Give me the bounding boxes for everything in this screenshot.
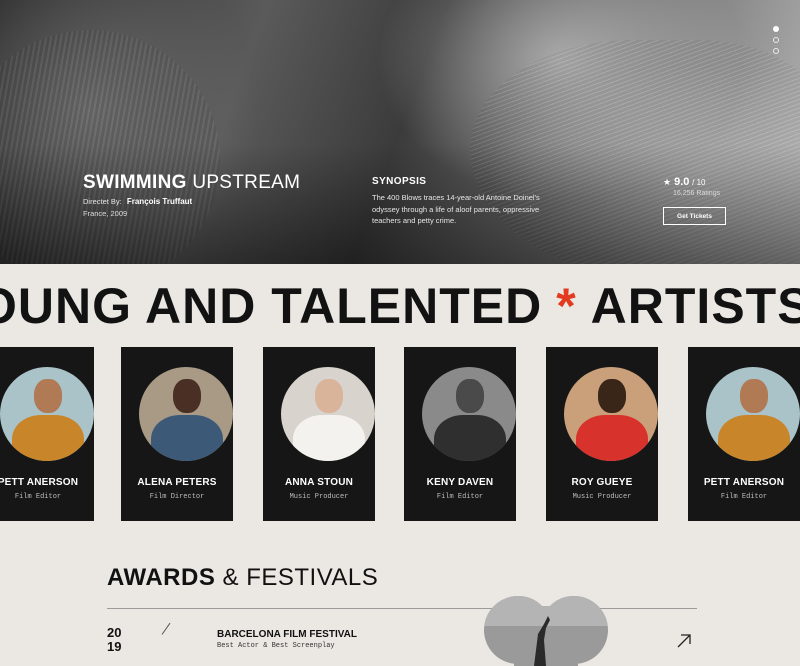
artist-name: PETT ANERSON — [0, 477, 79, 488]
director-label: Directet By: — [83, 197, 122, 206]
artist-card[interactable]: KENY DAVEN Film Editor — [404, 347, 516, 521]
arrow-up-right-icon[interactable] — [676, 633, 692, 649]
director-name: François Truffaut — [126, 197, 193, 206]
slider-dot-2[interactable] — [773, 37, 779, 43]
synopsis-text: The 400 Blows traces 14-year-old Antoine… — [372, 193, 540, 225]
film-title-bold: SWIMMING — [83, 172, 187, 193]
artist-name: ALENA PETERS — [137, 477, 217, 488]
artist-name: KENY DAVEN — [426, 477, 494, 488]
artist-photo — [706, 367, 800, 461]
rating: ★ 9.0 / 10 — [663, 176, 706, 188]
film-title-light: UPSTREAM — [192, 172, 301, 193]
artist-role: Film Editor — [720, 493, 768, 501]
get-tickets-button[interactable]: Get Tickets — [663, 207, 726, 225]
star-icon: ★ — [663, 177, 672, 187]
artist-name: PETT ANERSON — [703, 477, 785, 488]
artist-photo — [0, 367, 94, 461]
director-line: Directet By: François Truffaut — [83, 197, 192, 206]
artist-role: Film Director — [149, 493, 205, 501]
artist-role: Music Producer — [572, 493, 632, 501]
awards-heading-bold: AWARDS — [107, 564, 216, 591]
artist-role: Film Editor — [14, 493, 62, 501]
marquee-text: OUNG AND TALENTED*ARTISTS W — [0, 281, 800, 331]
artist-photo — [422, 367, 516, 461]
hero-banner: SWIMMING UPSTREAM Directet By: François … — [0, 0, 800, 264]
slider-dot-3[interactable] — [773, 48, 779, 54]
award-year-bottom: 19 — [107, 639, 122, 654]
hero-slider-dots — [773, 26, 779, 59]
award-photo — [484, 596, 608, 666]
artist-role: Film Editor — [436, 493, 484, 501]
artists-marquee: OUNG AND TALENTED*ARTISTS W — [0, 264, 800, 346]
rating-score: 9.0 — [674, 176, 690, 188]
country-year: France, 2009 — [83, 209, 128, 218]
rating-count: 16,256 Ratings — [673, 190, 721, 197]
awards-heading-light: & FESTIVALS — [222, 564, 379, 591]
slash-divider — [161, 622, 171, 635]
artist-card[interactable]: PETT ANERSON Film Editor — [0, 347, 94, 521]
artist-card[interactable]: PETT ANERSON Film Editor — [688, 347, 800, 521]
asterisk-icon: * — [556, 278, 577, 334]
marquee-part-1: OUNG AND TALENTED — [0, 278, 543, 334]
divider — [107, 608, 697, 609]
artist-name: ANNA STOUN — [284, 477, 354, 488]
rating-outof: / 10 — [692, 178, 706, 187]
artist-photo — [564, 367, 658, 461]
award-detail: Best Actor & Best Screenplay — [217, 642, 335, 650]
film-title: SWIMMING UPSTREAM — [83, 172, 300, 194]
marquee-part-2: ARTISTS W — [590, 278, 800, 334]
artists-carousel: PETT ANERSON Film Editor ALENA PETERS Fi… — [0, 347, 800, 521]
award-festival: BARCELONA FILM FESTIVAL — [217, 629, 357, 640]
artist-role: Music Producer — [289, 493, 349, 501]
synopsis-heading: SYNOPSIS — [372, 176, 427, 187]
slider-dot-1[interactable] — [773, 26, 779, 32]
artist-card[interactable]: ROY GUEYE Music Producer — [546, 347, 658, 521]
awards-heading: AWARDS & FESTIVALS — [107, 564, 378, 592]
artist-card[interactable]: ALENA PETERS Film Director — [121, 347, 233, 521]
artist-name: ROY GUEYE — [571, 477, 633, 488]
artist-card[interactable]: ANNA STOUN Music Producer — [263, 347, 375, 521]
artist-photo — [281, 367, 375, 461]
artist-photo — [139, 367, 233, 461]
award-year-top: 20 — [107, 625, 122, 640]
